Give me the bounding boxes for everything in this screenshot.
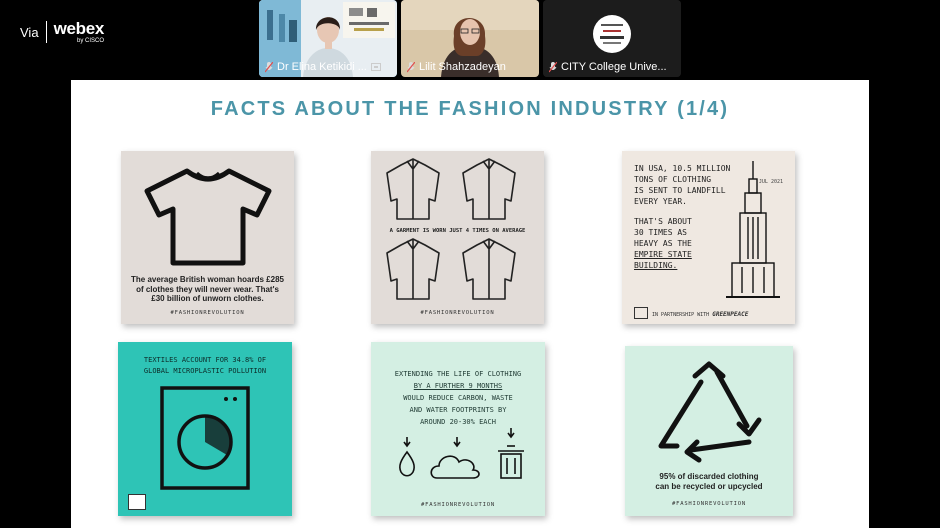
hashtag: #FASHIONREVOLUTION <box>671 501 746 507</box>
partnership-label: IN PARTNERSHIP WITH GREENPEACE <box>652 311 749 318</box>
participant-tile-lilit[interactable]: Lilit Shahzadeyan <box>401 0 539 77</box>
slide-title: FACTS ABOUT THE FASHION INDUSTRY (1/4) <box>210 98 730 120</box>
fact-caption: A GARMENT IS WORN JUST 4 TIMES ON AVERAG… <box>389 228 526 234</box>
fact-card-shirts: A GARMENT IS WORN JUST 4 TIMES ON AVERAG… <box>371 151 544 324</box>
fact-card-landfill: JUL 2021 IN USA, 10.5 MILLION TONS OF CL… <box>622 151 795 324</box>
greenpeace-logo: GREENPEACE <box>712 311 749 318</box>
participant-name: Lilit Shahzadeyan <box>407 61 533 73</box>
washing-machine-icon <box>160 386 250 490</box>
fashion-revolution-logo <box>128 494 146 510</box>
fact-card-tshirt: The average British woman hoards £285 of… <box>121 151 294 324</box>
webex-logo: Via webex by CISCO <box>20 20 104 44</box>
via-label: Via <box>20 24 39 40</box>
microphone-muted-icon <box>407 61 415 72</box>
participant-name: Dr Elina Ketikidi ... <box>265 61 391 73</box>
fashion-revolution-logo <box>634 307 648 319</box>
fact-card-recycle: 95% of discarded clothing can be recycle… <box>625 346 793 516</box>
shared-slide: FACTS ABOUT THE FASHION INDUSTRY (1/4) T… <box>71 80 869 528</box>
participant-tile-elina[interactable]: Dr Elina Ketikidi ... <box>259 0 397 77</box>
app-vendor: by CISCO <box>77 38 105 44</box>
participant-tile-city-college[interactable]: CITY College Unive... <box>543 0 681 77</box>
empire-state-building-icon <box>726 161 780 298</box>
participant-strip: Dr Elina Ketikidi ... Lilit Shahzadeyan <box>259 0 681 77</box>
hashtag: #FASHIONREVOLUTION <box>420 310 495 316</box>
microphone-muted-icon <box>265 61 273 72</box>
fact-caption: The average British woman hoards £285 of… <box>131 275 284 304</box>
fact-card-extend-life: EXTENDING THE LIFE OF CLOTHING BY A FURT… <box>371 342 545 516</box>
app-name: webex <box>53 19 105 38</box>
hashtag: #FASHIONREVOLUTION <box>170 310 245 316</box>
hashtag: #FASHIONREVOLUTION <box>420 502 495 508</box>
screen-share-icon <box>370 63 381 71</box>
shirts-icon <box>386 158 516 300</box>
footprint-icons <box>399 428 524 479</box>
divider <box>45 21 47 43</box>
microphone-muted-icon <box>549 61 557 72</box>
fact-card-microplastic: TEXTILES ACCOUNT FOR 34.8% OF GLOBAL MIC… <box>118 342 292 516</box>
participant-name: CITY College Unive... <box>549 61 675 73</box>
fact-caption: 95% of discarded clothing can be recycle… <box>655 472 763 491</box>
